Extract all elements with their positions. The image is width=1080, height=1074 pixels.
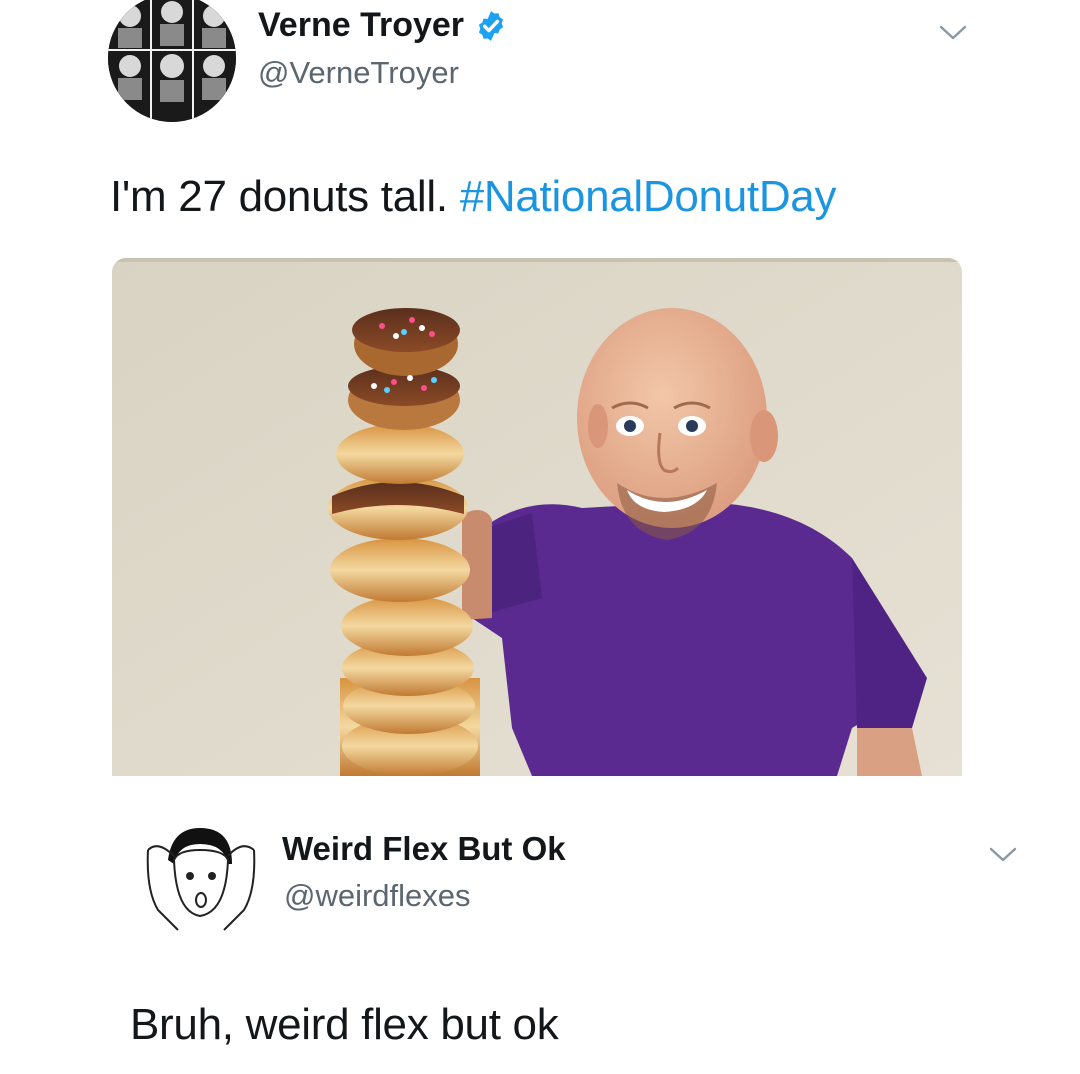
donut-stack-photo bbox=[112, 258, 962, 776]
hashtag-link[interactable]: #NationalDonutDay bbox=[460, 172, 837, 221]
chevron-down-icon[interactable] bbox=[988, 846, 1018, 864]
chevron-down-icon[interactable] bbox=[938, 24, 968, 42]
tweet-weird-flex[interactable]: Weird Flex But Ok @weirdflexes Bruh, wei… bbox=[0, 790, 1080, 1074]
author-name-line[interactable]: Weird Flex But Ok bbox=[282, 830, 566, 868]
user-handle[interactable]: @VerneTroyer bbox=[258, 55, 459, 91]
tweet-text-body: I'm 27 donuts tall. bbox=[110, 172, 460, 221]
tweet-verne-troyer[interactable]: Verne Troyer @VerneTroyer I'm 27 donuts … bbox=[0, 0, 1080, 790]
display-name[interactable]: Weird Flex But Ok bbox=[282, 830, 566, 868]
tweet-text: Bruh, weird flex but ok bbox=[130, 1000, 559, 1049]
tweet-text: I'm 27 donuts tall. #NationalDonutDay bbox=[110, 172, 836, 222]
user-handle[interactable]: @weirdflexes bbox=[284, 878, 471, 914]
grid-portrait-avatar-icon bbox=[108, 0, 236, 122]
verified-badge-icon bbox=[478, 10, 504, 41]
display-name[interactable]: Verne Troyer bbox=[258, 6, 464, 45]
tweet-photo[interactable] bbox=[112, 258, 962, 776]
author-name-line[interactable]: Verne Troyer bbox=[258, 6, 508, 45]
profile-avatar[interactable] bbox=[128, 820, 264, 938]
profile-avatar[interactable] bbox=[108, 0, 236, 122]
meme-face-avatar-icon bbox=[128, 820, 264, 938]
